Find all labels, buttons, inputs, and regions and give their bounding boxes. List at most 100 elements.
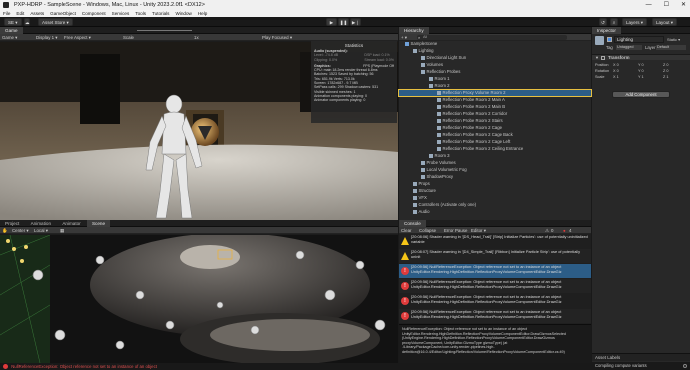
hierarchy-item[interactable]: Probe Volumes: [399, 160, 591, 166]
status-bar: NullReferenceException: Object reference…: [0, 363, 592, 370]
menu-edit[interactable]: Edit: [16, 11, 24, 16]
hierarchy-item[interactable]: Reflection Probe Room 2 Ceiling Entrance: [399, 146, 591, 152]
menu-help[interactable]: Help: [198, 11, 207, 16]
hierarchy-item[interactable]: Directional Light Sun: [399, 55, 591, 61]
collapse-button[interactable]: Collapse: [419, 227, 436, 233]
menu-tutorials[interactable]: Tutorials: [152, 11, 169, 16]
main-toolbar: SE ▾ ☁ Asset Store ▾ ▶ ❚❚ ▶❘ ↺ ⌕ Layers …: [0, 17, 690, 27]
menu-tools[interactable]: Tools: [135, 11, 146, 16]
scale-x[interactable]: X 1: [613, 74, 638, 80]
error-count-icon[interactable]: ●: [563, 227, 566, 233]
tag-dropdown[interactable]: Untagged: [616, 45, 642, 50]
undo-history-icon[interactable]: ↺: [599, 18, 607, 26]
scale-label: Scale: [595, 75, 605, 79]
foldout-icon[interactable]: ▼: [595, 55, 599, 60]
tab-console[interactable]: Console: [399, 220, 426, 227]
game-mode-dropdown[interactable]: Game ▾: [2, 34, 17, 41]
menu-services[interactable]: Services: [112, 11, 130, 16]
hierarchy-item[interactable]: Audio: [399, 209, 591, 215]
hierarchy-item[interactable]: Controllers (Activate only one): [399, 202, 591, 208]
step-icon[interactable]: ▶❘: [350, 18, 361, 26]
tab-scene[interactable]: Scene: [86, 220, 111, 227]
layout-dropdown[interactable]: Layout ▾: [652, 18, 678, 26]
pivot-local-dropdown[interactable]: Local ▾: [34, 227, 48, 233]
scale-y[interactable]: Y 1: [638, 74, 663, 80]
menu-file[interactable]: File: [3, 11, 10, 16]
close-button[interactable]: ✕: [681, 0, 686, 10]
asset-labels-bar: Asset Labels: [592, 353, 690, 361]
static-dropdown[interactable]: Static ▾: [667, 37, 680, 42]
aspect-dropdown[interactable]: Free Aspect ▾: [64, 34, 91, 41]
display-dropdown[interactable]: Display 1 ▾: [36, 34, 57, 41]
tab-project[interactable]: Project: [0, 220, 24, 227]
hierarchy-item[interactable]: Structure: [399, 188, 591, 194]
hierarchy-item[interactable]: Local Volumetric Fog: [399, 167, 591, 173]
hierarchy-item[interactable]: Room 1: [399, 76, 591, 82]
cloud-icon[interactable]: ☁: [24, 18, 30, 26]
inspector-tabstrip: Inspector: [592, 27, 690, 34]
minimize-button[interactable]: —: [646, 0, 652, 10]
hierarchy-search-input[interactable]: All: [417, 35, 567, 40]
hierarchy-item[interactable]: SampleScene: [399, 41, 591, 47]
search-icon[interactable]: ⌕: [610, 18, 618, 26]
console-log-text: [20:08:07] Shader warning in '[D4_Simple…: [411, 249, 581, 259]
hierarchy-item[interactable]: Room 2: [399, 83, 591, 89]
hierarchy-item[interactable]: Reflection Probe Room 2 Cage: [399, 125, 591, 131]
console-log-row[interactable]: ! [20:09:56] NullReferenceException: Obje…: [399, 264, 591, 278]
editor-dropdown[interactable]: Editor ▾: [471, 227, 486, 233]
clear-button[interactable]: Clear: [401, 227, 412, 233]
hand-tool-icon[interactable]: ✋: [2, 227, 8, 233]
hierarchy-item[interactable]: Reflection Probe Room 2 Cage Left: [399, 139, 591, 145]
pivot-center-dropdown[interactable]: Center ▾: [12, 227, 29, 233]
hierarchy-item[interactable]: ShadowProxy: [399, 174, 591, 180]
hierarchy-item[interactable]: Room 3: [399, 153, 591, 159]
menu-assets[interactable]: Assets: [30, 11, 44, 16]
gameobject-name-field[interactable]: Lighting: [614, 36, 664, 43]
console-log-row[interactable]: [20:08:07] Shader warning in '[D4_Simple…: [399, 249, 591, 263]
hierarchy-item[interactable]: Reflection Proxy Volume Room 2: [398, 89, 592, 97]
status-error-text[interactable]: NullReferenceException: Object reference…: [11, 364, 157, 369]
console-log-row[interactable]: [20:08:06] Shader warning in '[DS_Head_T…: [399, 234, 591, 248]
menu-window[interactable]: Window: [175, 11, 191, 16]
console-log-row[interactable]: ! [20:09:56] NullReferenceException: Obje…: [399, 309, 591, 323]
maximize-button[interactable]: ☐: [664, 0, 669, 10]
scene-viewport[interactable]: [0, 235, 398, 363]
tab-game[interactable]: Game: [0, 27, 23, 34]
play-focused-dropdown[interactable]: Play Focused ▾: [262, 34, 292, 41]
grid-icon[interactable]: ▦: [60, 227, 64, 233]
active-checkbox[interactable]: [607, 37, 612, 42]
hierarchy-item[interactable]: Lighting: [399, 48, 591, 54]
asset-store-button[interactable]: Asset Store ▾: [38, 18, 73, 26]
account-button[interactable]: SE ▾: [4, 18, 22, 26]
hierarchy-item[interactable]: Reflection Probe Room 2 Main A: [399, 97, 591, 103]
layers-dropdown[interactable]: Layers ▾: [622, 18, 648, 26]
hierarchy-item[interactable]: VFX: [399, 195, 591, 201]
warning-count-icon[interactable]: ⚠: [545, 227, 549, 233]
pause-icon[interactable]: ❚❚: [338, 18, 349, 26]
menu-component[interactable]: Component: [82, 11, 106, 16]
warning-count: 0: [551, 228, 554, 233]
hierarchy-item[interactable]: Reflection Probe Room 2 Main B: [399, 104, 591, 110]
tab-hierarchy[interactable]: Hierarchy: [399, 27, 429, 34]
console-log-row[interactable]: ! [20:09:56] NullReferenceException: Obje…: [399, 279, 591, 293]
tab-animation[interactable]: Animation: [26, 220, 56, 227]
hierarchy-item[interactable]: Volumes: [399, 62, 591, 68]
scale-z[interactable]: Z 1: [663, 74, 688, 80]
tab-animator[interactable]: Animator: [57, 220, 85, 227]
layer-dropdown[interactable]: Default: [656, 45, 686, 50]
hierarchy-item[interactable]: Reflection Probe Room 2 Stairs: [399, 118, 591, 124]
play-icon[interactable]: ▶: [326, 18, 337, 26]
hierarchy-item[interactable]: Reflection Probes: [399, 69, 591, 75]
gameobject-icon: [413, 49, 417, 53]
hierarchy-item[interactable]: Reflection Probe Room 2 Corridor: [399, 111, 591, 117]
menu-gameobject[interactable]: GameObject: [50, 11, 76, 16]
console-log-row[interactable]: ! [20:09:56] NullReferenceException: Obje…: [399, 294, 591, 308]
gameobject-icon: [429, 154, 433, 158]
hierarchy-item[interactable]: Props: [399, 181, 591, 187]
hierarchy-add-button[interactable]: + ▾: [401, 34, 407, 40]
tab-inspector[interactable]: Inspector: [592, 27, 621, 34]
transform-header[interactable]: ▼ Transform: [592, 54, 690, 60]
add-component-button[interactable]: Add Component: [612, 91, 670, 98]
error-pause-button[interactable]: Error Pause: [444, 227, 467, 233]
hierarchy-item[interactable]: Reflection Probe Room 2 Cage Back: [399, 132, 591, 138]
